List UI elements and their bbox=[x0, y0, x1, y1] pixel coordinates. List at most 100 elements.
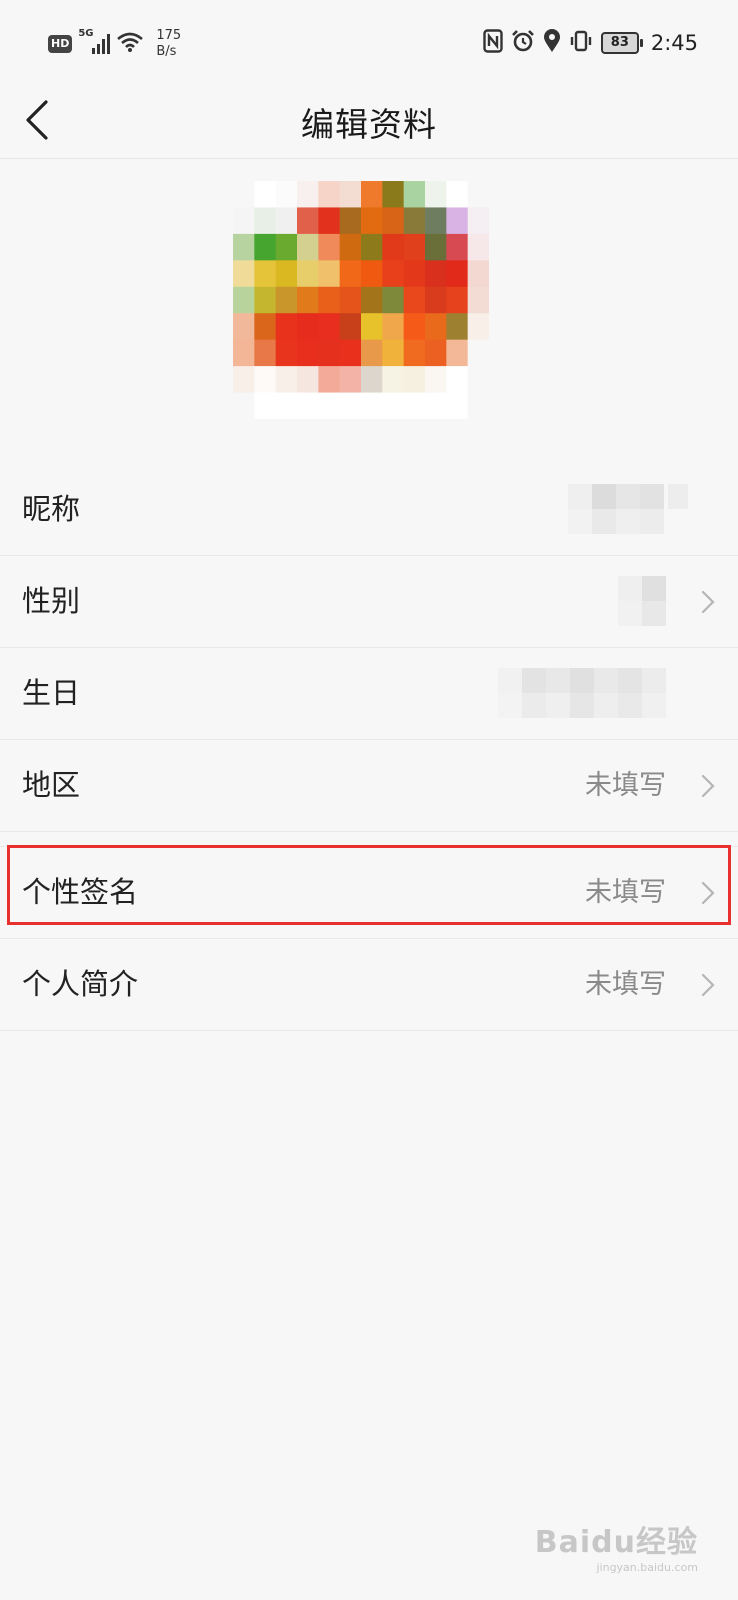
avatar-mosaic-tile bbox=[275, 286, 298, 314]
chevron-right-icon bbox=[700, 972, 716, 998]
avatar-mosaic-tile bbox=[425, 286, 447, 314]
avatar-mosaic-tile bbox=[275, 181, 298, 208]
avatar-mosaic-tile bbox=[467, 313, 490, 341]
avatar-mosaic-tile bbox=[467, 181, 490, 208]
avatar-mosaic-tile bbox=[403, 181, 426, 208]
avatar-mosaic-tile bbox=[361, 207, 383, 235]
avatar-mosaic-tile bbox=[275, 366, 298, 394]
avatar-mosaic-tile bbox=[254, 286, 277, 314]
avatar-mosaic-tile bbox=[318, 260, 341, 288]
avatar-mosaic-tile bbox=[233, 286, 255, 314]
chevron-right-icon bbox=[700, 589, 716, 615]
row-region[interactable]: 地区 未填写 bbox=[0, 740, 738, 832]
avatar-mosaic-tile bbox=[254, 339, 277, 367]
avatar-mosaic-tile bbox=[425, 313, 447, 341]
avatar-mosaic-tile bbox=[254, 181, 277, 208]
avatar-mosaic-tile bbox=[254, 392, 277, 420]
avatar-mosaic-tile bbox=[446, 339, 469, 367]
status-bar: HD 5G 175 B/s 83 2:45 bbox=[0, 0, 738, 84]
row-bio[interactable]: 个人简介 未填写 bbox=[0, 939, 738, 1031]
birthday-blurred-value bbox=[498, 668, 666, 718]
avatar-mosaic-tile bbox=[446, 366, 469, 394]
avatar-mosaic-tile bbox=[233, 260, 255, 288]
avatar[interactable] bbox=[233, 181, 490, 420]
avatar-mosaic-tile bbox=[382, 339, 405, 367]
net-speed: 175 B/s bbox=[156, 28, 181, 60]
avatar-mosaic-tile bbox=[339, 313, 362, 341]
row-label: 昵称 bbox=[22, 492, 81, 526]
avatar-mosaic-tile bbox=[467, 339, 490, 367]
avatar-mosaic-tile bbox=[467, 207, 490, 235]
avatar-mosaic-tile bbox=[297, 260, 319, 288]
avatar-mosaic-tile bbox=[275, 207, 298, 235]
avatar-mosaic-tile bbox=[318, 207, 341, 235]
battery-icon: 83 bbox=[600, 32, 643, 54]
avatar-mosaic-tile bbox=[339, 392, 362, 420]
row-label: 个性签名 bbox=[22, 875, 139, 909]
avatar-mosaic-tile bbox=[382, 233, 405, 261]
avatar-mosaic-tile bbox=[446, 181, 469, 208]
avatar-mosaic-tile bbox=[339, 260, 362, 288]
avatar-mosaic-tile bbox=[382, 366, 405, 394]
watermark-logo: Baidu经验 jingyan.baidu.com bbox=[535, 1517, 698, 1574]
avatar-mosaic-tile bbox=[254, 260, 277, 288]
avatar-mosaic-tile bbox=[467, 392, 490, 420]
avatar-mosaic-tile bbox=[361, 392, 383, 420]
avatar-mosaic-tile bbox=[403, 366, 426, 394]
row-gender[interactable]: 性别 bbox=[0, 556, 738, 648]
avatar-mosaic-tile bbox=[382, 260, 405, 288]
net-speed-value: 175 bbox=[156, 28, 182, 43]
avatar-mosaic-tile bbox=[467, 260, 490, 288]
avatar-mosaic-tile bbox=[275, 313, 298, 341]
avatar-mosaic-tile bbox=[297, 339, 319, 367]
avatar-mosaic-tile bbox=[403, 339, 426, 367]
row-birthday[interactable]: 生日 bbox=[0, 648, 738, 740]
avatar-mosaic-tile bbox=[318, 366, 341, 394]
avatar-mosaic-tile bbox=[275, 233, 298, 261]
avatar-mosaic-tile bbox=[425, 233, 447, 261]
avatar-mosaic-tile bbox=[446, 207, 469, 235]
row-label: 地区 bbox=[22, 768, 81, 802]
watermark-sub: jingyan.baidu.com bbox=[596, 1561, 698, 1574]
avatar-mosaic-tile bbox=[403, 207, 426, 235]
avatar-mosaic-tile bbox=[467, 286, 490, 314]
wifi-icon bbox=[116, 31, 144, 57]
row-signature[interactable]: 个性签名 未填写 bbox=[0, 846, 738, 939]
avatar-mosaic-tile bbox=[233, 392, 255, 420]
watermark-text: Baidu经验 bbox=[534, 1525, 698, 1560]
avatar-mosaic-tile bbox=[275, 260, 298, 288]
avatar-mosaic-tile bbox=[339, 207, 362, 235]
row-label: 生日 bbox=[22, 676, 81, 710]
avatar-mosaic-tile bbox=[297, 207, 319, 235]
avatar-mosaic-tile bbox=[233, 339, 255, 367]
avatar-mosaic-tile bbox=[233, 313, 255, 341]
avatar-mosaic-tile bbox=[233, 181, 255, 208]
avatar-mosaic-tile bbox=[297, 181, 319, 208]
avatar-mosaic-tile bbox=[361, 260, 383, 288]
avatar-mosaic-tile bbox=[403, 260, 426, 288]
avatar-mosaic-tile bbox=[446, 233, 469, 261]
alarm-icon bbox=[511, 29, 535, 57]
avatar-mosaic-tile bbox=[446, 392, 469, 420]
avatar-mosaic-tile bbox=[467, 366, 490, 394]
avatar-mosaic-tile bbox=[297, 392, 319, 420]
avatar-mosaic-tile bbox=[254, 313, 277, 341]
avatar-mosaic-tile bbox=[361, 233, 383, 261]
avatar-mosaic-tile bbox=[361, 313, 383, 341]
avatar-mosaic-tile bbox=[446, 260, 469, 288]
nav-bar: 编辑资料 bbox=[0, 84, 738, 159]
avatar-mosaic-tile bbox=[446, 286, 469, 314]
avatar-mosaic-tile bbox=[361, 181, 383, 208]
chevron-right-icon bbox=[700, 880, 716, 906]
nickname-blurred-value bbox=[568, 484, 688, 534]
avatar-mosaic-tile bbox=[382, 207, 405, 235]
row-nickname[interactable]: 昵称 bbox=[0, 464, 738, 556]
avatar-mosaic-tile bbox=[297, 233, 319, 261]
page-title: 编辑资料 bbox=[301, 105, 437, 144]
avatar-mosaic-tile bbox=[339, 286, 362, 314]
avatar-mosaic-tile bbox=[361, 286, 383, 314]
avatar-mosaic-tile bbox=[339, 181, 362, 208]
avatar-mosaic-tile bbox=[382, 286, 405, 314]
avatar-mosaic-tile bbox=[339, 233, 362, 261]
nfc-icon bbox=[483, 29, 503, 57]
